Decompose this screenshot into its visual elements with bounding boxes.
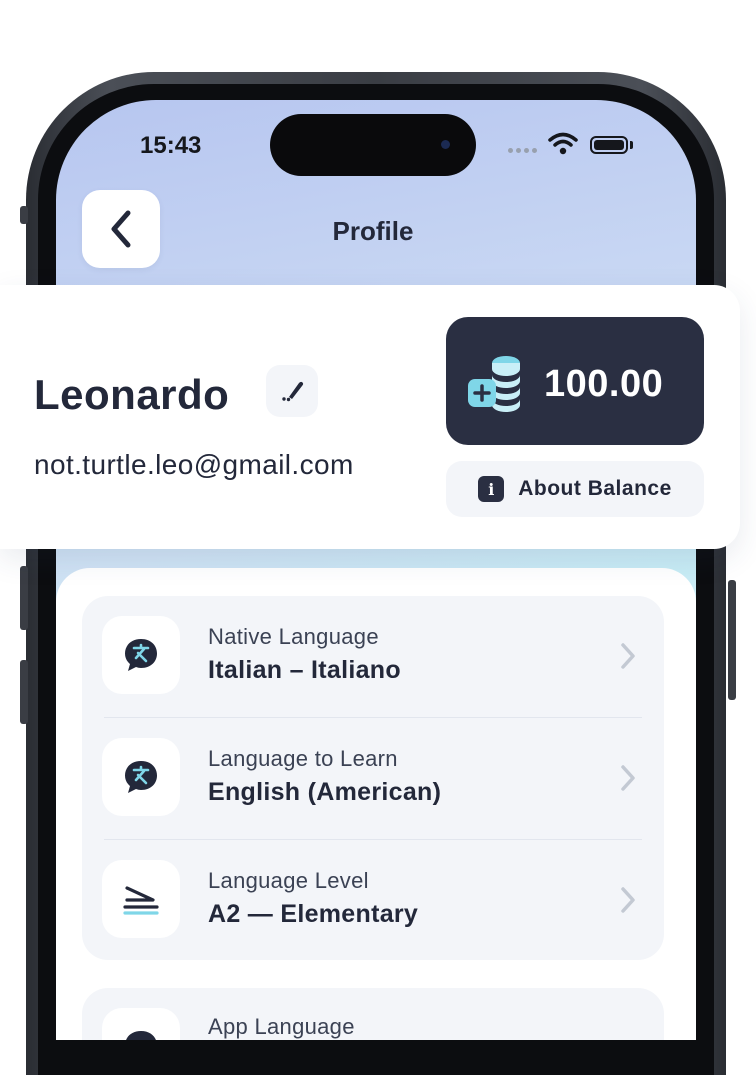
language-to-learn-value: English (American) bbox=[208, 778, 442, 806]
phone-volume-button bbox=[20, 660, 28, 724]
chevron-right-icon bbox=[621, 765, 635, 791]
settings-panel: Native Language Italian – Italiano Langu… bbox=[56, 568, 696, 1040]
wifi-icon bbox=[548, 132, 578, 155]
language-settings-group: Native Language Italian – Italiano Langu… bbox=[82, 596, 664, 960]
profile-card: Leonardo not.turtle.leo@gmail.com 100.00… bbox=[0, 285, 740, 549]
phone-side-button bbox=[20, 206, 28, 224]
battery-icon bbox=[590, 136, 628, 154]
level-icon bbox=[102, 860, 180, 938]
app-settings-group: App Language bbox=[82, 988, 664, 1040]
language-to-learn-row[interactable]: Language to Learn English (American) bbox=[82, 718, 664, 840]
cellular-signal-icon bbox=[508, 148, 537, 153]
balance-amount: 100.00 bbox=[544, 363, 664, 405]
chevron-right-icon bbox=[621, 887, 635, 913]
language-level-value: A2 — Elementary bbox=[208, 900, 419, 928]
native-language-row[interactable]: Native Language Italian – Italiano bbox=[82, 596, 664, 718]
page-title: Profile bbox=[332, 216, 414, 246]
camera-icon bbox=[441, 140, 450, 149]
translate-bubble-icon bbox=[102, 738, 180, 816]
coins-add-icon bbox=[468, 356, 520, 412]
language-level-label: Language Level bbox=[208, 868, 369, 893]
user-email: not.turtle.leo@gmail.com bbox=[34, 449, 354, 480]
about-balance-label: About Balance bbox=[518, 477, 672, 500]
language-level-row[interactable]: Language Level A2 — Elementary bbox=[82, 840, 664, 962]
edit-name-button[interactable] bbox=[266, 365, 318, 417]
user-name: Leonardo bbox=[34, 371, 230, 418]
dynamic-island bbox=[270, 114, 476, 176]
about-balance-button[interactable]: i About Balance bbox=[446, 461, 704, 517]
language-to-learn-label: Language to Learn bbox=[208, 746, 398, 771]
native-language-value: Italian – Italiano bbox=[208, 656, 401, 684]
battery-tip bbox=[630, 141, 633, 149]
app-language-row[interactable]: App Language bbox=[82, 988, 664, 1040]
native-language-label: Native Language bbox=[208, 624, 379, 649]
translate-bubble-icon bbox=[102, 1008, 180, 1040]
phone-power-button bbox=[728, 580, 736, 700]
info-icon: i bbox=[478, 476, 505, 502]
balance-display: 100.00 bbox=[446, 317, 704, 445]
translate-bubble-icon bbox=[102, 616, 180, 694]
app-language-label: App Language bbox=[208, 1014, 355, 1039]
app-screen: 15:43 Profile Native Language Italian – … bbox=[56, 100, 696, 1040]
phone-volume-button bbox=[20, 566, 28, 630]
status-time: 15:43 bbox=[140, 132, 202, 159]
chevron-right-icon bbox=[621, 643, 635, 669]
pencil-icon bbox=[282, 381, 304, 402]
